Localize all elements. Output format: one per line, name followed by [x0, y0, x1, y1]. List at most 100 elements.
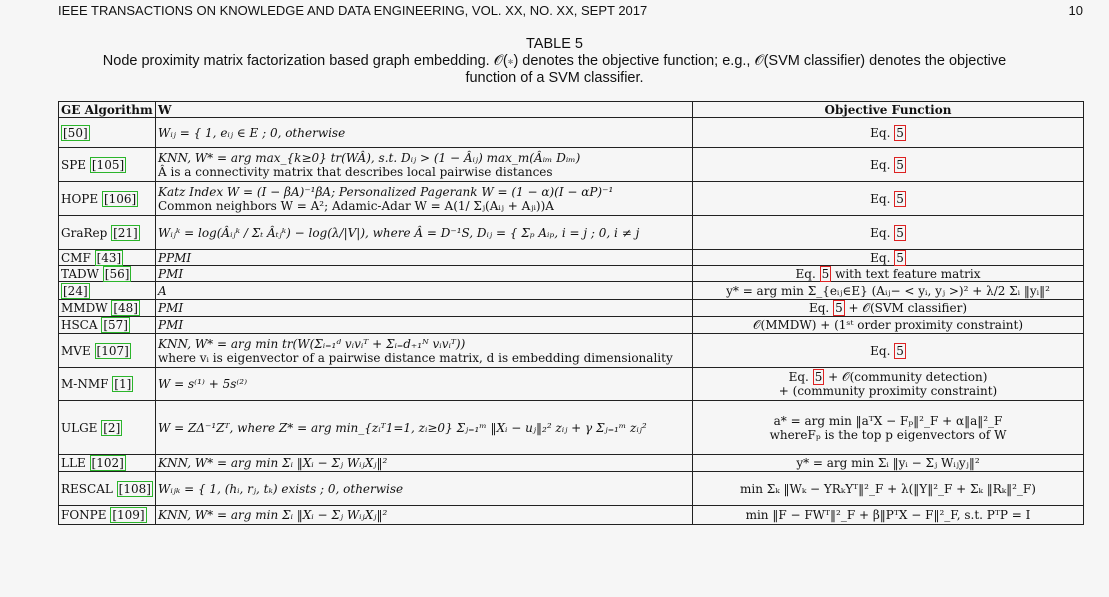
algorithm-name: MVE	[61, 343, 95, 358]
citation-link[interactable]: [21]	[111, 224, 140, 241]
algorithm-cell: M-NMF [1]	[58, 367, 156, 401]
w-note: Common neighbors W = A²; Adamic-Adar W =…	[158, 198, 554, 213]
objective-suffix: with text feature matrix	[831, 266, 981, 281]
w-formula: PMI	[158, 266, 184, 281]
equation-link[interactable]: 5	[812, 369, 825, 385]
w-formula: KNN, W* = arg min Σᵢ ‖Xᵢ − Σⱼ WᵢⱼXⱼ‖²	[158, 456, 388, 470]
caption-line-1: Node proximity matrix factorization base…	[102, 53, 1007, 69]
citation-link[interactable]: [24]	[61, 282, 90, 299]
w-note: where vᵢ is eigenvector of a pairwise di…	[158, 350, 673, 365]
page-header: IEEE TRANSACTIONS ON KNOWLEDGE AND DATA …	[58, 3, 1083, 21]
objective-cell: Eq. 5	[692, 215, 1084, 250]
table-row: LLE [102] KNN, W* = arg min Σᵢ ‖Xᵢ − Σⱼ W…	[58, 454, 1084, 472]
w-cell: W = s⁽¹⁾ + 5s⁽²⁾	[155, 367, 693, 401]
equation-link[interactable]: 5	[833, 300, 845, 316]
journal-header: IEEE TRANSACTIONS ON KNOWLEDGE AND DATA …	[58, 3, 648, 18]
objective-text: 𝒪(MMDW) + (1ˢᵗ order proximity constrain…	[752, 318, 1024, 332]
w-cell: Wᵢⱼ = { 1, eᵢⱼ ∈ E ; 0, otherwise	[155, 117, 693, 148]
objective-text: Eq.	[870, 250, 895, 265]
objective-cell: Eq. 5 + 𝒪(SVM classifier)	[692, 299, 1084, 317]
objective-cell: Eq. 5	[692, 147, 1084, 182]
citation-link[interactable]: [50]	[61, 124, 90, 141]
objective-cell: a* = arg min ‖aᵀX − Fₚ‖²_F + α‖a‖²_F wher…	[692, 400, 1084, 455]
w-formula: Wᵢⱼᵏ = log(Âᵢⱼᵏ / Σₜ Âₜⱼᵏ) − log(λ/|V|),…	[158, 225, 640, 240]
algorithm-cell: MVE [107]	[58, 333, 156, 368]
w-formula: KNN, W* = arg min Σᵢ ‖Xᵢ − Σⱼ WᵢⱼXⱼ‖²	[158, 508, 388, 522]
equation-link[interactable]: 5	[894, 156, 906, 173]
objective-line-2: + (community proximity constraint)	[778, 384, 998, 398]
citation-link[interactable]: [108]	[116, 480, 153, 497]
equation-link[interactable]: 5	[894, 342, 906, 359]
table-row: [50] Wᵢⱼ = { 1, eᵢⱼ ∈ E ; 0, otherwise Eq.…	[58, 117, 1084, 148]
objective-text: Eq.	[870, 125, 895, 140]
citation-link[interactable]: [1]	[112, 376, 134, 392]
table-row: MMDW [48] PMI Eq. 5 + 𝒪(SVM classifier)	[58, 299, 1084, 317]
w-formula: PPMI	[158, 250, 192, 265]
objective-text: min ‖F − FWᵀ‖²_F + β‖PᵀX − F‖²_F, s.t. P…	[745, 508, 1031, 522]
citation-link[interactable]: [57]	[101, 317, 130, 333]
citation-link[interactable]: [105]	[89, 156, 127, 173]
w-cell: PMI	[155, 316, 693, 334]
w-cell: Wᵢⱼₖ = { 1, (hᵢ, rⱼ, tₖ) exists ; 0, oth…	[155, 471, 693, 506]
table-row: HSCA [57] PMI 𝒪(MMDW) + (1ˢᵗ order proximi…	[58, 316, 1084, 334]
w-cell: PMI	[155, 265, 693, 282]
table-row: RESCAL [108] Wᵢⱼₖ = { 1, (hᵢ, rⱼ, tₖ) exi…	[58, 471, 1084, 506]
objective-text: y* = arg min Σᵢ ‖yᵢ − Σⱼ Wᵢⱼyⱼ‖²	[796, 456, 980, 470]
objective-text: Eq.	[788, 370, 813, 384]
objective-cell: Eq. 5	[692, 249, 1084, 266]
objective-cell: Eq. 5	[692, 333, 1084, 368]
citation-link[interactable]: [102]	[89, 455, 126, 471]
w-cell: KNN, W* = arg min Σᵢ ‖Xᵢ − Σⱼ WᵢⱼXⱼ‖²	[155, 505, 693, 525]
embedding-table: GE Algorithm W Objective Function [50] Wᵢ…	[58, 101, 1084, 525]
algorithm-name: FONPE	[61, 508, 111, 522]
algorithm-cell: HOPE [106]	[58, 181, 156, 216]
algorithm-name: MMDW	[61, 301, 112, 315]
algorithm-name: RESCAL	[61, 481, 117, 496]
w-formula: Wᵢⱼₖ = { 1, (hᵢ, rⱼ, tₖ) exists ; 0, oth…	[158, 481, 404, 496]
algorithm-cell: RESCAL [108]	[58, 471, 156, 506]
equation-link[interactable]: 5	[894, 190, 906, 207]
w-cell: KNN, W* = arg min Σᵢ ‖Xᵢ − Σⱼ WᵢⱼXⱼ‖²	[155, 454, 693, 472]
equation-link[interactable]: 5	[894, 249, 906, 266]
citation-link[interactable]: [48]	[111, 300, 140, 316]
algorithm-cell: CMF [43]	[58, 249, 156, 266]
objective-cell: Eq. 5 with text feature matrix	[692, 265, 1084, 282]
algorithm-cell: ULGE [2]	[58, 400, 156, 455]
table-caption: TABLE 5 Node proximity matrix factorizat…	[40, 36, 1069, 87]
citation-link[interactable]: [106]	[101, 190, 139, 207]
objective-suffix: + 𝒪(SVM classifier)	[844, 301, 968, 315]
algorithm-cell: GraRep [21]	[58, 215, 156, 250]
table-row: ULGE [2] W = ZΔ⁻¹Zᵀ, where Z* = arg min_{…	[58, 400, 1084, 455]
w-cell: Katz Index W = (I − βA)⁻¹βA; Personalize…	[155, 181, 693, 216]
citation-link[interactable]: [107]	[94, 342, 131, 359]
header-w: W	[155, 101, 693, 118]
algorithm-cell: [50]	[58, 117, 156, 148]
citation-link[interactable]: [56]	[102, 265, 132, 282]
equation-link[interactable]: 5	[894, 224, 906, 241]
algorithm-name: M-NMF	[61, 377, 113, 391]
algorithm-name: TADW	[61, 266, 103, 281]
header-objective: Objective Function	[692, 101, 1084, 118]
objective-text: Eq.	[808, 301, 834, 315]
table-row: GraRep [21] Wᵢⱼᵏ = log(Âᵢⱼᵏ / Σₜ Âₜⱼᵏ) − …	[58, 215, 1084, 250]
citation-link[interactable]: [2]	[101, 419, 123, 436]
algorithm-name: HOPE	[61, 191, 102, 206]
algorithm-cell: HSCA [57]	[58, 316, 156, 334]
equation-link[interactable]: 5	[819, 265, 832, 282]
objective-cell: y* = arg min Σᵢ ‖yᵢ − Σⱼ Wᵢⱼyⱼ‖²	[692, 454, 1084, 472]
objective-suffix: + 𝒪(community detection)	[824, 370, 988, 384]
algorithm-name: LLE	[61, 456, 90, 470]
w-cell: Wᵢⱼᵏ = log(Âᵢⱼᵏ / Σₜ Âₜⱼᵏ) − log(λ/|V|),…	[155, 215, 693, 250]
w-formula: KNN, W* = arg max_{k≥0} tr(WÂ), s.t. Dᵢⱼ…	[158, 150, 581, 165]
equation-link[interactable]: 5	[894, 124, 906, 141]
table-row: SPE [105] KNN, W* = arg max_{k≥0} tr(WÂ),…	[58, 147, 1084, 182]
algorithm-name: ULGE	[61, 420, 102, 435]
citation-link[interactable]: [109]	[110, 507, 147, 523]
objective-cell: y* = arg min Σ_{eᵢⱼ∈E} (Aᵢⱼ− < yᵢ, yⱼ >)…	[692, 281, 1084, 300]
algorithm-cell: LLE [102]	[58, 454, 156, 472]
objective-text: Eq.	[870, 191, 895, 206]
citation-link[interactable]: [43]	[94, 249, 124, 266]
objective-text: Eq.	[870, 343, 895, 358]
table-row: CMF [43] PPMI Eq. 5	[58, 249, 1084, 266]
w-formula: PMI	[158, 318, 184, 332]
